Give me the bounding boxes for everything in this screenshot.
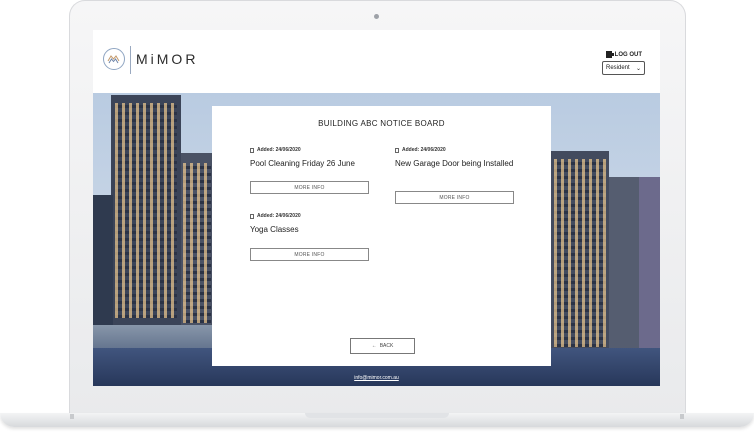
building-right-windows [554,159,606,347]
arrow-left-icon: ← [371,343,377,349]
footer-email-link[interactable]: info@mimor.com.au [93,375,660,381]
calendar-icon [395,147,399,153]
logout-label: LOG OUT [614,51,642,58]
brand-name: MiMOR [136,51,199,67]
notice-board-title: BUILDING ABC NOTICE BOARD [318,119,445,128]
building-left-mid-windows [183,163,211,323]
chevron-down-icon: ⌄ [635,65,641,72]
laptop-hinge-right [680,414,684,419]
notice-date: Added: 24/06/2020 [250,212,372,220]
laptop-hinge-left [70,414,74,419]
notice-title: Yoga Classes [250,225,299,234]
building-left-windows [115,103,177,318]
building-right-edge [639,177,660,351]
calendar-icon [250,213,254,219]
app-header: MiMOR LOG OUT Resident ⌄ [93,30,660,93]
back-label: BACK [379,343,394,349]
notice-date-text: Added: 24/06/2020 [257,213,301,219]
building-right-mid [609,177,639,351]
more-info-button[interactable]: MORE INFO [250,181,369,194]
camera [374,14,379,19]
notice-date: Added: 24/06/2020 [395,146,517,154]
role-select[interactable]: Resident ⌄ [602,61,645,75]
notice-card: Added: 24/06/2020 Pool Cleaning Friday 2… [250,146,372,169]
logo-mark-icon [103,48,125,70]
notice-card: Added: 24/06/2020 Yoga Classes [250,212,372,235]
role-select-value: Resident [606,65,630,71]
back-button[interactable]: ← BACK [350,338,415,354]
notice-board-panel: BUILDING ABC NOTICE BOARD Added: 24/06/2… [212,106,551,366]
notice-date: Added: 24/06/2020 [250,146,372,154]
laptop-notch [305,413,449,418]
calendar-icon [250,147,254,153]
notice-date-text: Added: 24/06/2020 [257,147,301,153]
more-info-button[interactable]: MORE INFO [250,248,369,261]
logout-icon [605,51,614,58]
logo-divider [130,46,131,74]
more-info-button[interactable]: MORE INFO [395,191,514,204]
building-left-small [93,195,113,325]
notice-card: Added: 24/06/2020 New Garage Door being … [395,146,517,169]
notice-title: New Garage Door being Installed [395,159,514,168]
notice-title: Pool Cleaning Friday 26 June [250,159,355,168]
notice-date-text: Added: 24/06/2020 [402,147,446,153]
screen: MiMOR LOG OUT Resident ⌄ BUILDING ABC NO… [93,30,660,386]
logout-button[interactable]: LOG OUT [605,51,642,58]
